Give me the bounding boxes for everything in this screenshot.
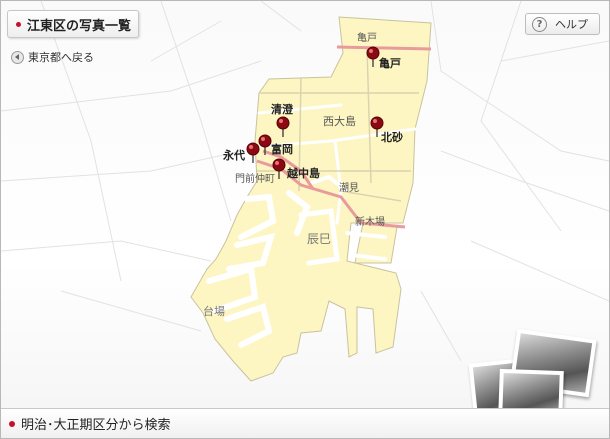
- label-tatsumi: 辰巳: [307, 232, 331, 246]
- pin-label-nagai: 永代: [222, 148, 245, 162]
- search-by-period-link[interactable]: 明治･大正期区分から検索: [21, 414, 171, 433]
- page-title: 江東区の写真一覧: [27, 18, 132, 34]
- map-page: 亀戸 西大島 門前仲町 潮見 新木場 辰巳 台場 亀戸 清澄 北砂 富岡 永代 …: [0, 0, 610, 439]
- label-shinkiba: 新木場: [355, 215, 385, 228]
- pin-label-kiyosumi: 清澄: [271, 102, 294, 116]
- pin-label-kameido: 亀戸: [379, 56, 401, 70]
- label-monzen-nakacho: 門前仲町: [235, 172, 275, 185]
- arrow-left-icon: [11, 50, 24, 64]
- help-button[interactable]: ? ヘルプ: [525, 13, 600, 35]
- label-daiba: 台場: [203, 304, 225, 318]
- pin-nagai[interactable]: 永代: [222, 142, 260, 164]
- help-button-label: ヘルプ: [555, 18, 588, 31]
- label-kameido-area: 亀戸: [357, 31, 377, 44]
- label-shiomi: 潮見: [339, 181, 359, 194]
- page-title-panel: 江東区の写真一覧: [7, 10, 139, 38]
- label-nishiojima: 西大島: [323, 114, 356, 128]
- question-icon: ?: [532, 16, 547, 32]
- back-to-tokyo-link[interactable]: 東京都へ戻る: [11, 49, 94, 65]
- bullet-icon: [9, 420, 15, 427]
- search-by-period-bar[interactable]: 明治･大正期区分から検索: [1, 408, 609, 438]
- ward-land: [190, 16, 432, 382]
- pin-label-etchujima: 越中島: [286, 166, 320, 180]
- bullet-icon: [16, 21, 21, 27]
- back-link-label: 東京都へ戻る: [28, 51, 94, 64]
- pin-label-kitasuna: 北砂: [381, 130, 403, 144]
- pin-label-tomioka: 富岡: [271, 142, 293, 156]
